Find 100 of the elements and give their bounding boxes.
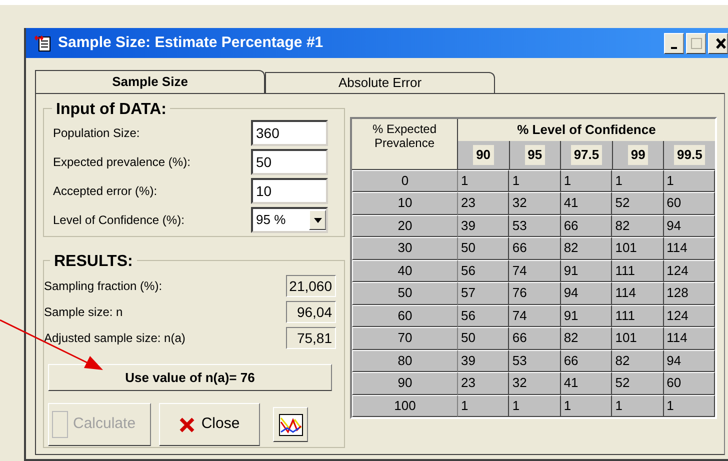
table-cell: 1 — [458, 394, 510, 418]
document-icon — [34, 34, 52, 52]
table-cell: 82 — [612, 214, 664, 238]
column-header: 97.5 — [570, 145, 602, 165]
table-cell: 111 — [612, 304, 664, 328]
table-cell: 94 — [664, 214, 716, 238]
table-cell: 1 — [560, 394, 612, 418]
table-cell: 94 — [664, 350, 716, 372]
row-header: 90 — [352, 372, 458, 395]
table-cell: 114 — [664, 237, 716, 260]
field-label: Population Size: — [53, 125, 141, 142]
table-cell: 74 — [509, 304, 561, 328]
input-field[interactable]: 360 — [251, 120, 328, 146]
table-cell: 1 — [509, 394, 561, 418]
table-cell: 60 — [664, 372, 716, 395]
table-cell: 101 — [612, 237, 664, 260]
table-cell: 52 — [612, 372, 664, 395]
column-header: 99 — [628, 145, 648, 165]
use-value-button[interactable]: Use value of n(a)= 76 — [48, 364, 332, 391]
table-cell: 66 — [560, 350, 612, 372]
row-header: 10 — [352, 192, 458, 215]
table-cell: 23 — [458, 192, 510, 215]
field-label: Accepted error (%): — [53, 183, 158, 200]
table-cell: 91 — [560, 260, 612, 282]
field-label: Level of Confidence (%): — [53, 212, 186, 229]
table-cell: 82 — [612, 350, 664, 372]
table-cell: 66 — [560, 214, 612, 238]
table-cell: 1 — [458, 170, 510, 192]
column-header: 99.5 — [674, 145, 706, 165]
table-cell: 57 — [458, 282, 510, 305]
table-cell: 114 — [612, 282, 664, 305]
close-dialog-button[interactable]: Close — [159, 403, 260, 446]
row-header: 20 — [352, 214, 458, 238]
table-cell: 1 — [612, 170, 664, 192]
table-cell: 74 — [509, 260, 561, 282]
result-label: Sample size: n — [44, 304, 124, 321]
row-header: 0 — [352, 170, 458, 192]
result-label: Adjusted sample size: n(a) — [44, 330, 186, 347]
close-icon — [179, 416, 196, 432]
table-cell: 1 — [612, 394, 664, 418]
table-cell: 1 — [560, 170, 612, 192]
table-cell: 50 — [458, 327, 510, 350]
tab[interactable]: Absolute Error — [265, 72, 495, 93]
table-cell: 56 — [458, 260, 510, 282]
table-cell: 66 — [509, 237, 561, 260]
column-header: % Level of Confidence — [516, 121, 657, 139]
table-cell: 32 — [509, 192, 561, 215]
minimize-icon — [671, 46, 677, 48]
row-header: 60 — [352, 304, 458, 328]
table-cell: 76 — [509, 282, 561, 305]
maximize-icon — [690, 38, 702, 48]
row-header: 30 — [352, 237, 458, 260]
close-icon — [715, 38, 727, 48]
table-cell: 82 — [560, 237, 612, 260]
maximize-button[interactable] — [686, 32, 706, 54]
table-cell: 91 — [560, 304, 612, 328]
row-header: 70 — [352, 327, 458, 350]
input-field[interactable]: 10 — [251, 178, 328, 204]
table-cell: 41 — [560, 192, 612, 215]
table-cell: 101 — [612, 327, 664, 350]
column-header: 90 — [473, 145, 494, 165]
table-cell: 39 — [458, 350, 510, 372]
row-header: 50 — [352, 282, 458, 305]
result-value: 21,060 — [286, 275, 336, 297]
field-label: Expected prevalence (%): — [53, 154, 192, 171]
table-cell: 128 — [664, 282, 716, 305]
blank-icon — [52, 411, 68, 438]
table-cell: 114 — [664, 327, 716, 350]
table-cell: 39 — [458, 214, 510, 238]
table-cell: 53 — [509, 214, 561, 238]
row-header: 100 — [352, 394, 458, 418]
minimize-button[interactable] — [664, 32, 684, 54]
confidence-dropdown[interactable]: 95 % — [251, 207, 328, 233]
table-cell: 111 — [612, 260, 664, 282]
line-chart-icon — [278, 414, 302, 436]
table-cell: 50 — [458, 237, 510, 260]
row-header: 40 — [352, 260, 458, 282]
window-title: Sample Size: Estimate Percentage #1 — [58, 32, 324, 53]
table-cell: 53 — [509, 350, 561, 372]
result-label: Sampling fraction (%): — [44, 278, 164, 295]
table-cell: 41 — [560, 372, 612, 395]
table-cell: 56 — [458, 304, 510, 328]
table-cell: 124 — [664, 304, 716, 328]
column-header: 95 — [524, 145, 546, 165]
table-cell: 124 — [664, 260, 716, 282]
result-value: 75,81 — [286, 327, 336, 349]
table-cell: 60 — [664, 192, 716, 215]
table-cell: 52 — [612, 192, 664, 215]
table-cell: 94 — [560, 282, 612, 305]
table-cell: 66 — [509, 327, 561, 350]
table-cell: 1 — [664, 170, 716, 192]
chart-button[interactable] — [273, 407, 308, 442]
close-button[interactable] — [708, 32, 728, 54]
table-cell: 82 — [560, 327, 612, 350]
table-cell: 1 — [664, 394, 716, 418]
table-cell: 32 — [509, 372, 561, 395]
input-field[interactable]: 50 — [251, 149, 328, 175]
row-header: 80 — [352, 350, 458, 372]
table-cell: 23 — [458, 372, 510, 395]
tab[interactable]: Sample Size — [35, 70, 265, 93]
